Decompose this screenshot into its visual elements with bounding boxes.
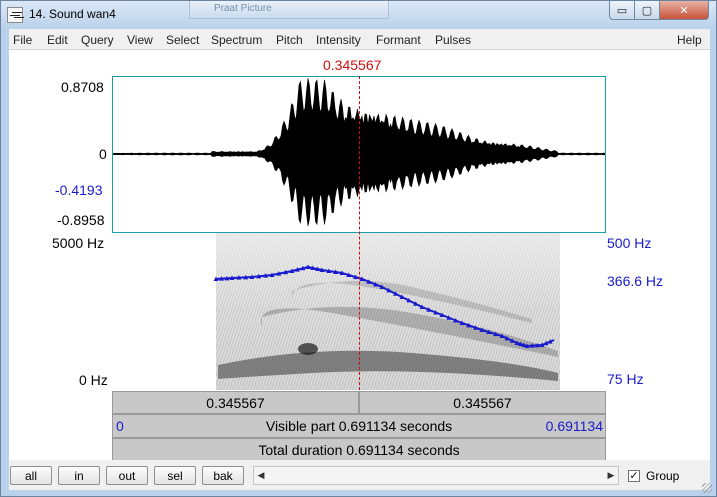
- zoom-in-button[interactable]: in: [58, 466, 100, 485]
- minimize-button[interactable]: ▭: [609, 1, 635, 20]
- waveform-min-label: -0.8958: [57, 212, 105, 228]
- praat-app-icon[interactable]: [7, 7, 23, 23]
- window-title: 14. Sound wan4: [29, 7, 116, 21]
- menu-edit[interactable]: Edit: [47, 33, 68, 47]
- selection-right-bar[interactable]: 0.345567: [359, 391, 606, 414]
- minimize-icon: ▭: [616, 3, 628, 17]
- pitch-top-label: 500 Hz: [607, 235, 652, 251]
- menu-intensity[interactable]: Intensity: [316, 33, 361, 47]
- selection-right-value: 0.345567: [453, 394, 512, 411]
- menu-spectrum[interactable]: Spectrum: [211, 33, 262, 47]
- time-scrollbar[interactable]: ◀ ▶: [253, 466, 619, 485]
- menu-pulses[interactable]: Pulses: [435, 33, 471, 47]
- pitch-cursor-label: 366.6 Hz: [607, 273, 664, 289]
- resize-grip-icon[interactable]: [702, 483, 712, 493]
- zoom-sel-button[interactable]: sel: [154, 466, 196, 485]
- waveform-max-label: 0.8708: [61, 79, 104, 95]
- zoom-back-button[interactable]: bak: [202, 466, 244, 485]
- waveform-zero-label: 0: [99, 146, 107, 162]
- menu-formant[interactable]: Formant: [376, 33, 421, 47]
- maximize-icon: ▢: [641, 3, 653, 17]
- visible-part-bar[interactable]: 0 Visible part 0.691134 seconds 0.691134: [112, 414, 606, 438]
- group-label: Group: [646, 469, 680, 483]
- close-icon: ✕: [679, 3, 689, 17]
- checkmark-icon: ✓: [629, 469, 639, 482]
- spectrogram-top-label: 5000 Hz: [52, 235, 105, 251]
- visible-end-value: 0.691134: [545, 418, 603, 434]
- menu-bar: File Edit Query View Select Spectrum Pit…: [9, 29, 710, 50]
- cursor-line[interactable]: [359, 76, 360, 390]
- title-bar[interactable]: Praat Picture 14. Sound wan4 ▭ ▢ ✕: [1, 1, 716, 29]
- spectrogram-bottom-label: 0 Hz: [79, 372, 108, 388]
- menu-view[interactable]: View: [127, 33, 153, 47]
- close-button[interactable]: ✕: [659, 1, 709, 20]
- visible-start-value: 0: [116, 418, 124, 434]
- praat-sound-window: Praat Picture 14. Sound wan4 ▭ ▢ ✕ File …: [0, 0, 717, 497]
- waveform-cursor-value-label: -0.4193: [55, 182, 103, 198]
- maximize-button[interactable]: ▢: [634, 1, 660, 20]
- selection-left-bar[interactable]: 0.345567: [112, 391, 359, 414]
- scroll-left-arrow-icon[interactable]: ◀: [254, 467, 268, 484]
- cursor-time-label: 0.345567: [323, 57, 382, 73]
- zoom-out-button[interactable]: out: [106, 466, 148, 485]
- visible-part-label: Visible part 0.691134 seconds: [265, 418, 453, 434]
- total-duration-label: Total duration 0.691134 seconds: [258, 442, 460, 458]
- menu-select[interactable]: Select: [166, 33, 199, 47]
- menu-query[interactable]: Query: [81, 33, 114, 47]
- group-checkbox[interactable]: ✓: [628, 470, 640, 482]
- menu-file[interactable]: File: [13, 33, 32, 47]
- selection-left-value: 0.345567: [206, 394, 265, 411]
- menu-pitch[interactable]: Pitch: [276, 33, 303, 47]
- zoom-all-button[interactable]: all: [10, 466, 52, 485]
- scroll-right-arrow-icon[interactable]: ▶: [604, 467, 618, 484]
- total-duration-bar[interactable]: Total duration 0.691134 seconds: [112, 438, 606, 462]
- menu-help[interactable]: Help: [677, 33, 702, 47]
- spectrogram-dark-spot: [298, 343, 318, 355]
- background-window-tab[interactable]: Praat Picture: [189, 1, 389, 19]
- pitch-bottom-label: 75 Hz: [607, 371, 644, 387]
